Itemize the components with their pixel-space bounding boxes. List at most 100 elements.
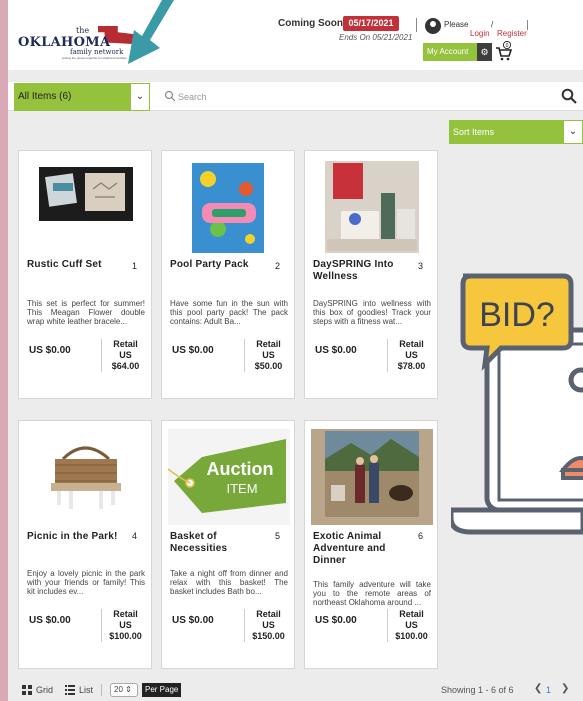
register-link[interactable]: Register	[497, 29, 527, 38]
user-icon	[425, 18, 441, 34]
cart-icon[interactable]: 0	[495, 41, 513, 61]
item-title[interactable]: Rustic Cuff Set	[27, 259, 123, 271]
retail-label: Retail	[256, 339, 281, 349]
login-link[interactable]: Login	[470, 29, 490, 38]
logo-subtitle: family network	[70, 48, 124, 56]
item-title[interactable]: DaySPRING Into Wellness	[313, 259, 409, 283]
retail-label: Retail	[113, 339, 138, 349]
retail-value: Retail US $100.00	[101, 609, 149, 642]
item-price: US $0.00	[315, 345, 357, 356]
item-title[interactable]: Picnic in the Park!	[27, 531, 123, 543]
retail-amount: $64.00	[111, 361, 140, 371]
retail-amount: $100.00	[395, 631, 428, 641]
sort-select[interactable]: Sort Items ⌄	[449, 120, 583, 144]
item-price: US $0.00	[172, 615, 214, 626]
page-number[interactable]: 1	[546, 685, 551, 695]
filter-bar: All Items (6) ⌄	[8, 82, 583, 111]
coming-soon-label: Coming Soon	[278, 18, 343, 29]
item-price: US $0.00	[29, 615, 71, 626]
divider	[101, 684, 102, 696]
next-page-icon[interactable]: ❯	[561, 683, 569, 694]
retail-amount: $50.00	[254, 361, 283, 371]
item-card[interactable]: Rustic Cuff Set 1 This set is perfect fo…	[18, 150, 152, 399]
item-card[interactable]: Pool Party Pack 2 Have some fun in the s…	[161, 150, 295, 399]
bid-question-text: BID?	[479, 296, 555, 334]
item-image[interactable]	[311, 429, 433, 525]
retail-value: Retail US $50.00	[244, 339, 292, 372]
retail-currency: US	[119, 350, 132, 360]
item-description: Have some fun in the sun with this pool …	[170, 299, 288, 326]
per-page-label: Per Page	[142, 683, 182, 697]
item-card[interactable]: DaySPRING Into Wellness 3 DaySPRING into…	[304, 150, 438, 399]
auction-tag-line2: ITEM	[226, 481, 257, 496]
logo-the: the	[76, 26, 90, 35]
retail-label: Retail	[256, 609, 281, 619]
item-card[interactable]: Picnic in the Park! 4 Enjoy a lovely pic…	[18, 420, 152, 669]
grid-view-label[interactable]: Grid	[36, 685, 53, 695]
start-date-badge: 05/17/2021	[343, 16, 399, 31]
retail-currency: US	[405, 620, 418, 630]
item-image[interactable]	[311, 159, 433, 255]
retail-currency: US	[262, 350, 275, 360]
retail-currency: US	[119, 620, 132, 630]
category-select[interactable]: All Items (6) ⌄	[14, 83, 150, 111]
grid-footer: Grid List 20 ⇕ Per Page Showing 1 - 6 of…	[8, 680, 583, 701]
grid-view-icon[interactable]	[22, 685, 32, 695]
item-number: 4	[131, 531, 137, 541]
list-view-icon[interactable]	[65, 685, 75, 695]
item-title[interactable]: Exotic Animal Adventure and Dinner	[313, 531, 409, 567]
item-description: DaySPRING into wellness with this box of…	[313, 299, 431, 326]
sort-label: Sort Items	[453, 127, 495, 137]
please-label: Please	[444, 20, 469, 29]
item-image[interactable]	[168, 159, 290, 255]
category-label: All Items (6)	[18, 91, 72, 102]
divider	[527, 20, 528, 30]
arrow-pointer-icon	[128, 0, 174, 64]
retail-amount: $100.00	[109, 631, 142, 641]
end-date-label: Ends On 05/21/2021	[339, 33, 413, 42]
per-page-select[interactable]: 20 ⇕	[110, 683, 138, 697]
item-description: This family adventure will take you to t…	[313, 580, 431, 607]
item-description: Enjoy a lovely picnic in the park with y…	[27, 569, 145, 596]
divider	[416, 18, 417, 32]
item-title[interactable]: Pool Party Pack	[170, 259, 266, 271]
item-image[interactable]: Auction ITEM	[168, 429, 290, 525]
item-number: 1	[131, 261, 137, 271]
item-grid: Rustic Cuff Set 1 This set is perfect fo…	[18, 150, 438, 678]
item-title[interactable]: Basket of Necessities	[170, 531, 266, 555]
retail-value: Retail US $100.00	[387, 609, 435, 642]
bid-promo-graphic: BID?	[451, 273, 583, 535]
retail-value: Retail US $64.00	[101, 339, 149, 372]
item-number: 5	[274, 531, 280, 541]
item-card[interactable]: Exotic Animal Adventure and Dinner 6 Thi…	[304, 420, 438, 669]
prev-page-icon[interactable]: ❮	[534, 683, 542, 694]
page-frame: the OKLAHOMA family network putting the …	[8, 0, 583, 701]
item-number: 6	[417, 531, 423, 541]
retail-label: Retail	[113, 609, 138, 619]
retail-value: Retail US $78.00	[387, 339, 435, 372]
logo-tagline: putting the pieces together for oklahoma…	[62, 56, 127, 60]
retail-label: Retail	[399, 609, 424, 619]
account-gear-icon[interactable]: ⚙	[477, 43, 492, 61]
header: the OKLAHOMA family network putting the …	[8, 0, 583, 70]
item-image[interactable]	[25, 429, 147, 525]
item-image[interactable]	[25, 159, 147, 255]
item-price: US $0.00	[172, 345, 214, 356]
retail-currency: US	[405, 350, 418, 360]
search-button-icon[interactable]	[561, 88, 577, 104]
search-input[interactable]	[178, 87, 548, 107]
item-card[interactable]: Auction ITEM Basket of Necessities 5 Tak…	[161, 420, 295, 669]
item-number: 2	[274, 261, 280, 271]
chevron-down-icon[interactable]: ⌄	[130, 83, 150, 111]
retail-amount: $150.00	[252, 631, 285, 641]
slash-separator: /	[491, 20, 494, 29]
search-icon	[164, 90, 176, 102]
item-price: US $0.00	[315, 615, 357, 626]
list-view-label[interactable]: List	[79, 685, 93, 695]
item-description: This set is perfect for summer! This Mea…	[27, 299, 145, 326]
item-price: US $0.00	[29, 345, 71, 356]
item-description: Take a night off from dinner and relax w…	[170, 569, 288, 596]
my-account-button[interactable]: My Account	[423, 43, 477, 61]
cart-count: 0	[506, 43, 509, 49]
chevron-down-icon[interactable]: ⌄	[563, 120, 583, 144]
